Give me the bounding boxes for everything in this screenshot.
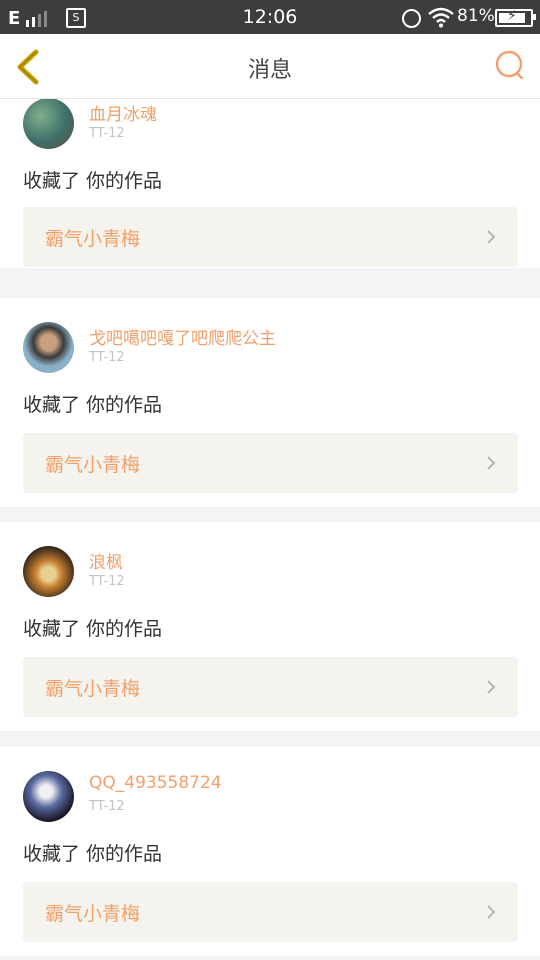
chevron-right-icon [487,905,496,919]
avatar[interactable] [23,99,74,149]
battery-percent: 81% [457,6,495,26]
page-title: 消息 [247,58,292,83]
message-time: TT-12 [89,574,125,589]
work-title: 霸气小青梅 [45,903,141,925]
message-card: 戈吧噶吧嘎了吧爬爬公主 TT-12 收藏了 你的作品 霸气小青梅 [0,298,540,507]
message-card: QQ_493558724 TT-12 收藏了 你的作品 霸气小青梅 [0,747,540,956]
message-time: TT-12 [89,350,125,365]
status-bar: E S 12:06 81% ⚡ [0,0,540,34]
avatar[interactable] [23,322,74,373]
chevron-right-icon [487,456,496,470]
message-time: TT-12 [89,799,125,814]
search-icon[interactable] [494,49,526,81]
action-text: 收藏了 你的作品 [23,170,163,192]
message-card: 血月冰魂 TT-12 收藏了 你的作品 霸气小青梅 [0,99,540,268]
username[interactable]: 血月冰魂 [89,100,157,125]
message-time: TT-12 [89,126,125,141]
action-text: 收藏了 你的作品 [23,843,163,865]
message-list[interactable]: 血月冰魂 TT-12 收藏了 你的作品 霸气小青梅 戈吧噶吧嘎了吧爬爬公主 TT… [0,99,540,960]
work-link[interactable]: 霸气小青梅 [23,207,518,267]
work-link[interactable]: 霸气小青梅 [23,657,518,717]
work-title: 霸气小青梅 [45,454,141,476]
chevron-right-icon [487,680,496,694]
chevron-right-icon [487,230,496,244]
work-title: 霸气小青梅 [45,678,141,700]
wifi-icon [428,7,454,28]
action-text: 收藏了 你的作品 [23,618,163,640]
alarm-icon [402,9,421,28]
work-link[interactable]: 霸气小青梅 [23,882,518,942]
message-card: 浪枫 TT-12 收藏了 你的作品 霸气小青梅 [0,522,540,731]
avatar[interactable] [23,546,74,597]
username[interactable]: 浪枫 [89,548,123,573]
battery-icon: ⚡ [495,8,536,27]
action-text: 收藏了 你的作品 [23,394,163,416]
avatar[interactable] [23,771,74,822]
username[interactable]: 戈吧噶吧嘎了吧爬爬公主 [89,324,276,349]
username[interactable]: QQ_493558724 [89,773,222,793]
work-link[interactable]: 霸气小青梅 [23,433,518,493]
nav-header: 消息 [0,34,540,99]
work-title: 霸气小青梅 [45,228,141,250]
